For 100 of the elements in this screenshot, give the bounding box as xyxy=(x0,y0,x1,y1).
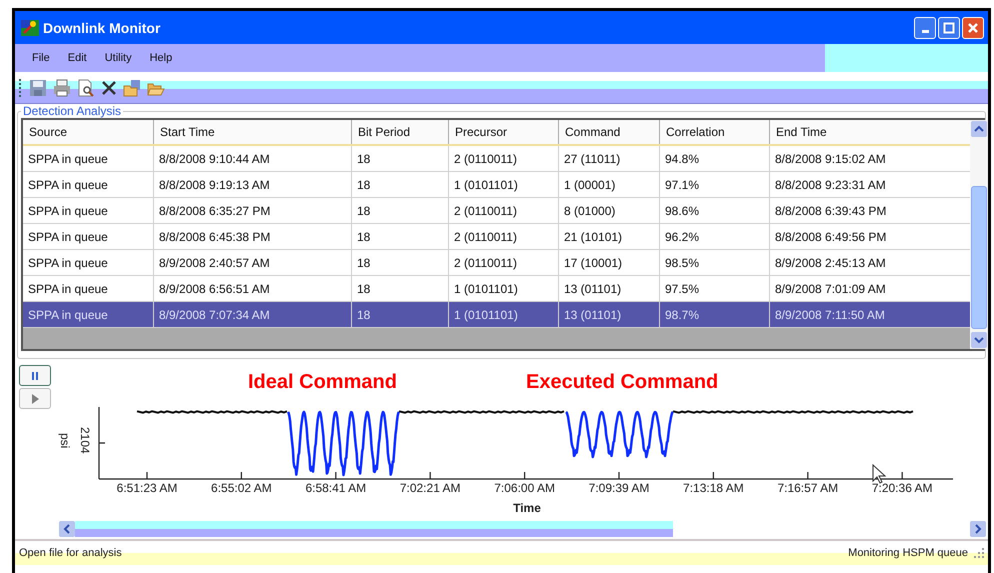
table-cell: 2 (0110011) xyxy=(448,146,558,171)
table-cell: 18 xyxy=(351,224,448,249)
table-cell: 97.1% xyxy=(659,172,769,197)
table-cell: 18 xyxy=(351,172,448,197)
table-cell: 1 (00001) xyxy=(558,172,659,197)
table-cell: 13 (01101) xyxy=(558,302,659,327)
table-cell: 8/9/2008 7:07:34 AM xyxy=(153,302,351,327)
vertical-scrollbar[interactable] xyxy=(970,120,988,349)
x-tick-label: 6:55:02 AM xyxy=(211,481,272,495)
menu-item[interactable]: File xyxy=(25,52,61,64)
maximize-button[interactable] xyxy=(938,16,960,38)
menu-item[interactable]: Help xyxy=(142,52,184,64)
delete-icon[interactable] xyxy=(101,80,117,96)
column-header[interactable]: Command xyxy=(558,120,659,144)
minimize-icon xyxy=(922,30,928,33)
table-cell: 18 xyxy=(351,276,448,301)
table-cell: 18 xyxy=(351,198,448,223)
table-row[interactable]: SPPA in queue 8/9/2008 7:07:34 AM 18 1 (0101101) 13 (01101) 98.7% 8/9/2008 7:11:50 AM xyxy=(23,302,970,328)
folder-icon[interactable] xyxy=(123,78,141,96)
scroll-thumb[interactable] xyxy=(75,521,673,537)
table-cell: 96.2% xyxy=(659,224,769,249)
table-cell: 2 (0110011) xyxy=(448,198,558,223)
x-tick-label: 7:20:36 AM xyxy=(872,481,933,495)
status-text: Monitoring HSPM queue xyxy=(848,547,968,559)
app-icon xyxy=(21,20,39,36)
table-cell: 2 (0110011) xyxy=(448,224,558,249)
resize-grip-icon xyxy=(974,548,984,558)
x-axis-label: Time xyxy=(513,501,541,515)
x-tick-label: 6:51:23 AM xyxy=(116,481,178,495)
x-tick-label: 7:13:18 AM xyxy=(683,481,744,495)
table-cell: 8/8/2008 9:19:13 AM xyxy=(153,172,351,197)
table-cell: 8/8/2008 6:35:27 PM xyxy=(153,198,351,223)
section-title: Detection Analysis xyxy=(22,104,122,118)
status-text: Open file for analysis xyxy=(19,547,123,559)
play-icon xyxy=(30,392,40,404)
menu-item[interactable]: Utility xyxy=(98,52,143,64)
chart-annotation: Executed Command xyxy=(526,371,718,393)
table-cell: 17 (10001) xyxy=(558,250,659,275)
table-cell: 94.8% xyxy=(659,146,769,171)
table-cell: 8/9/2008 6:56:51 AM xyxy=(153,276,351,301)
table-cell: 8/8/2008 9:10:44 AM xyxy=(153,146,351,171)
table-cell-text: SPPA in queue xyxy=(27,280,109,298)
print-preview-icon[interactable] xyxy=(77,78,95,96)
save-icon[interactable] xyxy=(29,78,47,96)
table-cell-text: SPPA in queue xyxy=(27,228,109,246)
table-cell: 8 (01000) xyxy=(558,198,659,223)
maximize-icon xyxy=(943,22,955,34)
column-header[interactable]: Source xyxy=(23,120,153,144)
table-cell-text: SPPA in queue xyxy=(27,176,109,194)
x-tick-label: 7:16:57 AM xyxy=(777,481,838,495)
scroll-thumb[interactable] xyxy=(971,186,987,329)
y-axis-label: psi xyxy=(58,433,72,448)
table-cell: 21 (10101) xyxy=(558,224,659,249)
table-row[interactable]: SPPA in queue 8/8/2008 9:10:44 AM 18 2 (0110011) 27 (11011) 94.8% 8/8/2008 9:15:02 AM xyxy=(23,146,970,172)
column-header[interactable]: Bit Period xyxy=(351,120,448,144)
scroll-down-icon[interactable] xyxy=(971,332,987,348)
scroll-up-icon[interactable] xyxy=(971,121,987,137)
close-icon xyxy=(967,22,979,34)
x-tick-label: 6:58:41 AM xyxy=(305,481,366,495)
minimize-button[interactable] xyxy=(914,16,936,38)
table-cell: 13 (01101) xyxy=(558,276,659,301)
table-row[interactable]: SPPA in queue 8/9/2008 6:56:51 AM 18 1 (0101101) 13 (01101) 97.5% 8/9/2008 7:01:09 AM xyxy=(23,276,970,302)
x-tick-label: 7:02:21 AM xyxy=(400,481,461,495)
table-cell-text: SPPA in queue xyxy=(27,202,109,220)
table-cell: 18 xyxy=(351,250,448,275)
table-cell: 98.6% xyxy=(659,198,769,223)
table-cell: 98.5% xyxy=(659,250,769,275)
table-cell: 2 (0110011) xyxy=(448,250,558,275)
table-row[interactable]: SPPA in queue 8/8/2008 9:19:13 AM 18 1 (0101101) 1 (00001) 97.1% 8/8/2008 9:23:31 AM xyxy=(23,172,970,198)
table-cell: 27 (11011) xyxy=(558,146,659,171)
pointer-icon xyxy=(872,464,886,484)
print-icon[interactable] xyxy=(53,78,71,96)
table-cell: 8/9/2008 2:40:57 AM xyxy=(153,250,351,275)
x-tick-label: 7:06:00 AM xyxy=(494,481,555,495)
table-cell-text: SPPA in queue xyxy=(27,306,109,324)
table-row[interactable]: SPPA in queue 8/8/2008 6:35:27 PM 18 2 (0110011) 8 (01000) 98.6% 8/8/2008 6:39:43 PM xyxy=(23,198,970,224)
column-header[interactable]: Start Time xyxy=(153,120,351,144)
close-button[interactable] xyxy=(962,16,984,38)
table-cell-text: SPPA in queue xyxy=(27,254,109,272)
table-row[interactable]: SPPA in queue 8/8/2008 6:45:38 PM 18 2 (0110011) 21 (10101) 96.2% 8/8/2008 6:49:56 PM xyxy=(23,224,970,250)
window-title: Downlink Monitor xyxy=(43,20,162,36)
table-row[interactable]: SPPA in queue 8/9/2008 2:40:57 AM 18 2 (0110011) 17 (10001) 98.5% 8/9/2008 2:45:13 AM xyxy=(23,250,970,276)
table-cell: 97.5% xyxy=(659,276,769,301)
table-cell-text: SPPA in queue xyxy=(27,150,109,168)
x-tick-label: 7:09:39 AM xyxy=(588,481,650,495)
pause-icon xyxy=(30,370,40,380)
scroll-right-icon[interactable] xyxy=(970,521,986,537)
table-cell: 1 (0101101) xyxy=(448,172,558,197)
column-header[interactable]: Correlation xyxy=(659,120,769,144)
table-cell: 18 xyxy=(351,302,448,327)
table-cell: 18 xyxy=(351,146,448,171)
table-cell: 1 (0101101) xyxy=(448,276,558,301)
scroll-left-icon[interactable] xyxy=(59,521,75,537)
pause-button[interactable] xyxy=(19,365,51,386)
menu-item[interactable]: Edit xyxy=(60,52,98,64)
play-button[interactable] xyxy=(19,388,51,409)
column-header[interactable]: Precursor xyxy=(448,120,558,144)
table-cell: 1 (0101101) xyxy=(448,302,558,327)
y-tick-label: 2104 xyxy=(78,427,92,454)
table-cell: 98.7% xyxy=(659,302,769,327)
